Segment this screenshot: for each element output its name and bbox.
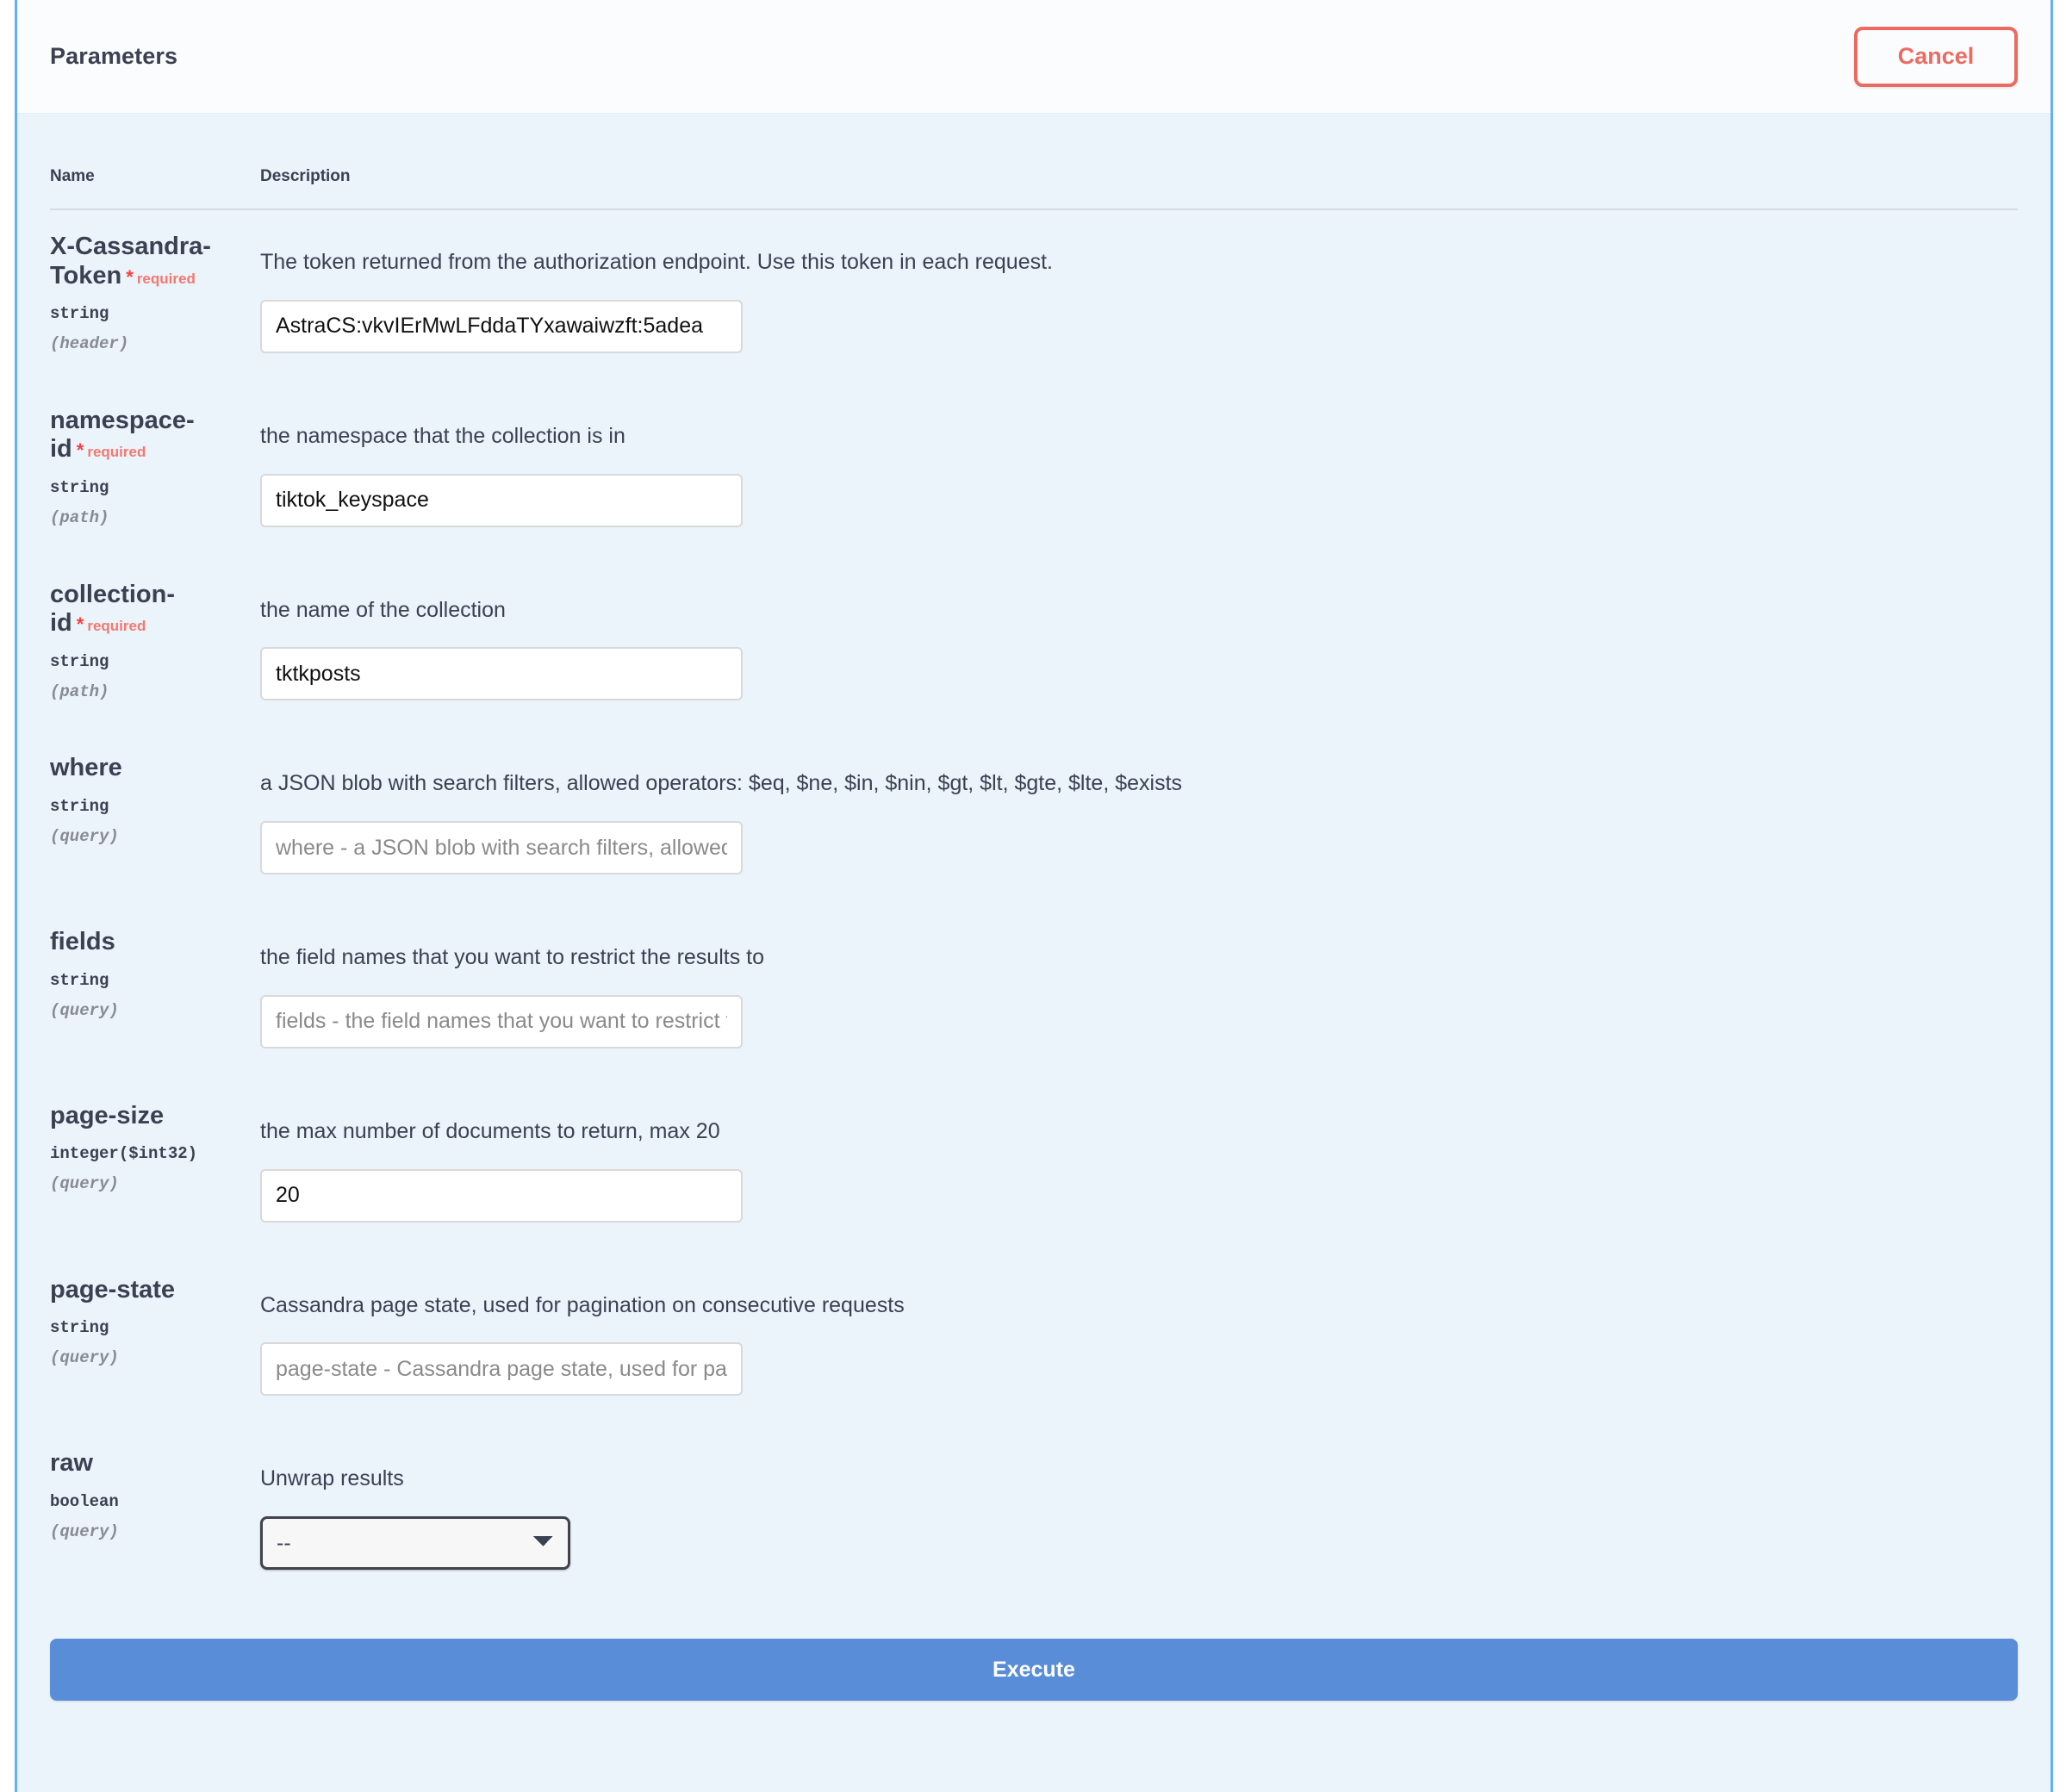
namespace-id-input[interactable]: [260, 474, 743, 527]
where-input[interactable]: [260, 821, 743, 874]
parameter-field-wrapper: [260, 647, 2018, 700]
required-label: required: [84, 618, 146, 634]
raw-select[interactable]: --truefalse: [260, 1516, 570, 1570]
table-row: where string (query) a JSON blob with se…: [50, 731, 2018, 905]
parameter-name: page-state: [50, 1276, 175, 1304]
parameter-description: a JSON blob with search filters, allowed…: [260, 754, 2018, 799]
table-head: Name Description: [50, 114, 2018, 209]
parameter-location: (path): [50, 682, 241, 701]
table-body: X-Cassandra-Token*required string (heade…: [50, 209, 2018, 1601]
table-row: X-Cassandra-Token*required string (heade…: [50, 209, 2018, 384]
table-row: raw boolean (query) Unwrap results --tru…: [50, 1427, 2018, 1601]
parameter-name: raw: [50, 1449, 93, 1477]
parameter-description: Unwrap results: [260, 1449, 2018, 1494]
required-label: required: [84, 444, 146, 460]
column-header-description: Description: [257, 114, 2018, 209]
parameter-field-wrapper: [260, 1342, 2018, 1396]
cancel-button[interactable]: Cancel: [1854, 27, 2018, 87]
parameter-type: string: [50, 971, 241, 990]
parameter-description: the name of the collection: [260, 581, 2018, 625]
parameter-name-cell: raw boolean (query): [50, 1427, 257, 1601]
parameter-description-cell: Cassandra page state, used for paginatio…: [257, 1254, 2018, 1428]
parameter-description-cell: the name of the collection: [257, 558, 2018, 732]
table-row: fields string (query) the field names th…: [50, 905, 2018, 1080]
parameters-body: Name Description X-Cassandra-Token*requi…: [17, 114, 2050, 1601]
parameter-location: (query): [50, 827, 241, 846]
parameter-type: boolean: [50, 1492, 241, 1511]
page-state-input[interactable]: [260, 1342, 743, 1396]
parameter-description-cell: the max number of documents to return, m…: [257, 1080, 2018, 1254]
required-asterisk: *: [72, 439, 84, 461]
parameter-location: (header): [50, 334, 241, 353]
table-row: collection-id*required string (path) the…: [50, 558, 2018, 732]
page-size-input[interactable]: [260, 1169, 743, 1223]
parameter-type: string: [50, 478, 241, 497]
parameter-name-cell: collection-id*required string (path): [50, 558, 257, 732]
operation-block: Parameters Cancel Name Description: [15, 0, 2053, 1792]
table-row: page-state string (query) Cassandra page…: [50, 1254, 2018, 1428]
parameters-header: Parameters Cancel: [17, 0, 2050, 114]
column-header-name: Name: [50, 114, 257, 209]
table-row: page-size integer($int32) (query) the ma…: [50, 1080, 2018, 1254]
x-cassandra-token-input[interactable]: [260, 300, 743, 353]
required-label: required: [134, 271, 196, 287]
parameter-description-cell: a JSON blob with search filters, allowed…: [257, 731, 2018, 905]
parameter-description-cell: Unwrap results --truefalse: [257, 1427, 2018, 1601]
parameter-location: (query): [50, 1174, 241, 1193]
parameter-location: (query): [50, 1522, 241, 1541]
collection-id-input[interactable]: [260, 647, 743, 700]
table-header-row: Name Description: [50, 114, 2018, 209]
parameter-name: page-size: [50, 1102, 164, 1129]
parameter-name-cell: fields string (query): [50, 905, 257, 1080]
parameter-location: (path): [50, 508, 241, 527]
page-title: Parameters: [50, 43, 177, 70]
parameter-description: the field names that you want to restric…: [260, 928, 2018, 973]
parameter-type: string: [50, 1318, 241, 1337]
parameter-type: string: [50, 797, 241, 816]
table-row: namespace-id*required string (path) the …: [50, 384, 2018, 558]
parameter-name-cell: where string (query): [50, 731, 257, 905]
required-asterisk: *: [72, 613, 84, 635]
parameter-name-cell: page-size integer($int32) (query): [50, 1080, 257, 1254]
parameter-field-wrapper: [260, 1169, 2018, 1223]
parameter-field-wrapper: [260, 474, 2018, 527]
parameter-description-cell: The token returned from the authorizatio…: [257, 209, 2018, 384]
parameter-type: string: [50, 304, 241, 323]
parameter-type: integer($int32): [50, 1144, 241, 1163]
parameter-field-wrapper: [260, 821, 2018, 874]
parameter-description-cell: the namespace that the collection is in: [257, 384, 2018, 558]
parameter-name: where: [50, 754, 122, 781]
parameter-description-cell: the field names that you want to restric…: [257, 905, 2018, 1080]
parameter-field-wrapper: [260, 300, 2018, 353]
parameter-description: the namespace that the collection is in: [260, 407, 2018, 451]
fields-input[interactable]: [260, 995, 743, 1048]
parameter-type: string: [50, 652, 241, 671]
parameter-description: The token returned from the authorizatio…: [260, 233, 2018, 277]
parameter-description: the max number of documents to return, m…: [260, 1102, 2018, 1147]
swagger-try-it-out-panel: Parameters Cancel Name Description: [0, 0, 2066, 1792]
parameter-field-wrapper: --truefalse: [260, 1516, 2018, 1570]
parameter-name-cell: namespace-id*required string (path): [50, 384, 257, 558]
execute-wrapper: Execute: [17, 1601, 2050, 1740]
execute-button[interactable]: Execute: [50, 1639, 2018, 1701]
parameter-name-cell: page-state string (query): [50, 1254, 257, 1428]
required-asterisk: *: [121, 266, 134, 288]
parameter-location: (query): [50, 1001, 241, 1020]
parameter-field-wrapper: [260, 995, 2018, 1048]
parameter-description: Cassandra page state, used for paginatio…: [260, 1276, 2018, 1321]
parameter-name-cell: X-Cassandra-Token*required string (heade…: [50, 209, 257, 384]
parameters-table: Name Description X-Cassandra-Token*requi…: [50, 114, 2018, 1601]
parameter-name: fields: [50, 928, 115, 955]
parameter-location: (query): [50, 1348, 241, 1367]
